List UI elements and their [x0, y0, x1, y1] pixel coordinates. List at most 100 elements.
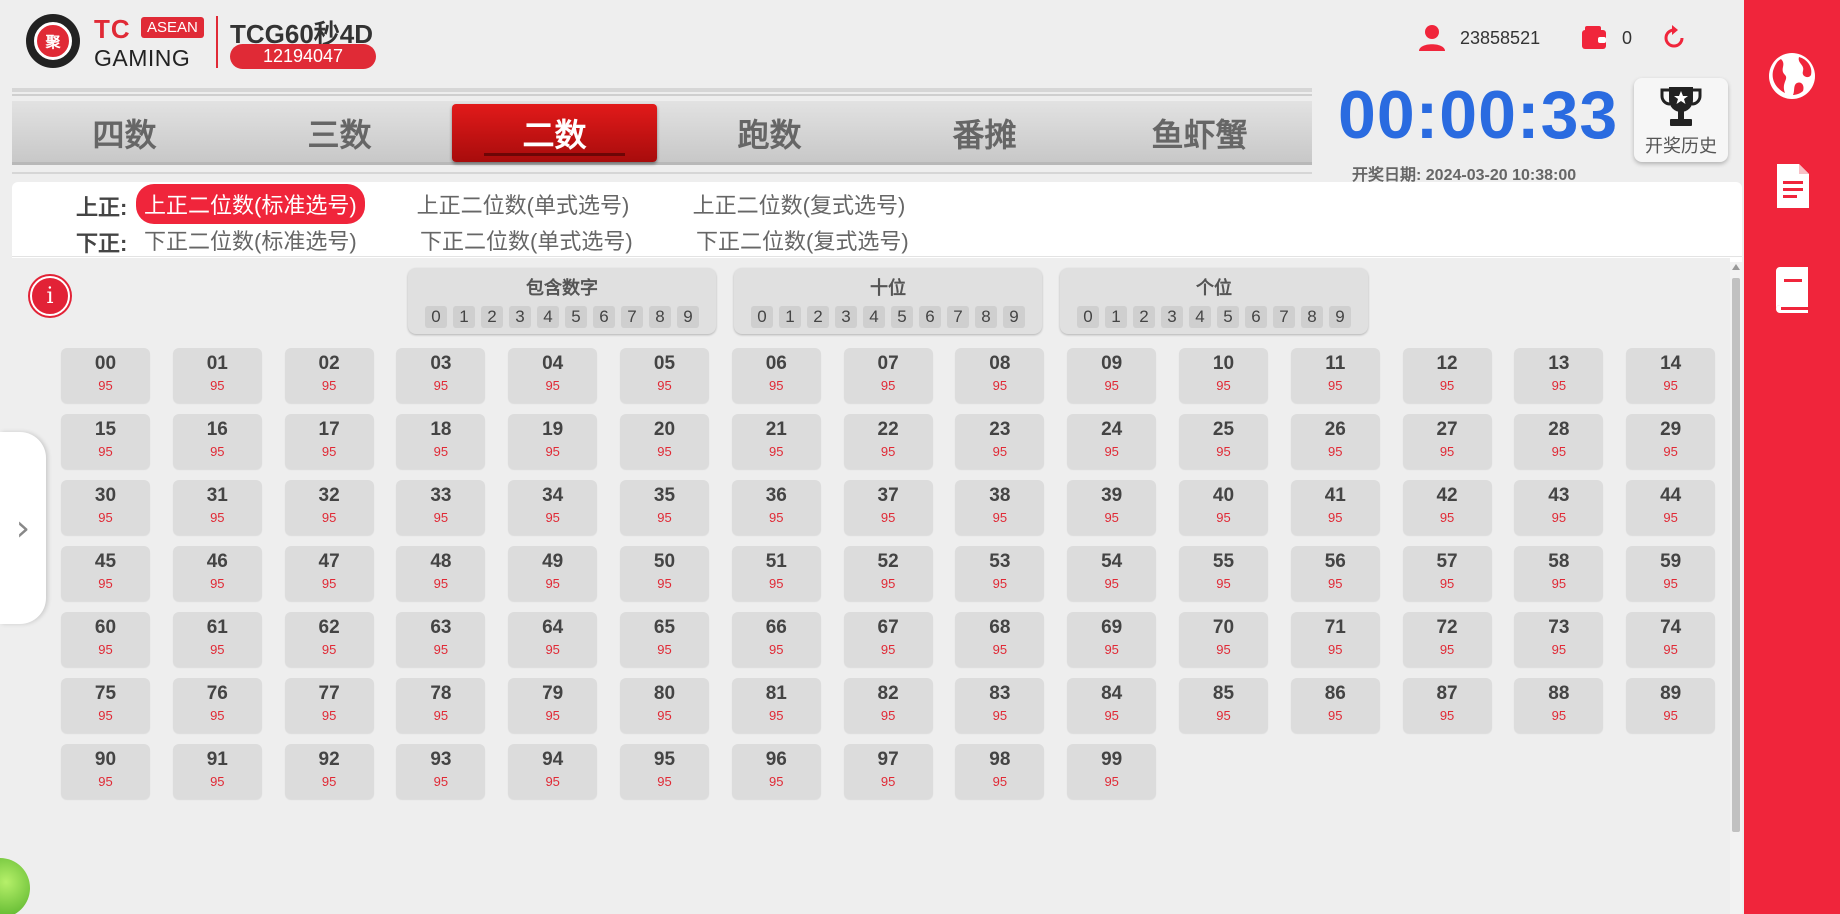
filter-digit-chip[interactable]: 8 [1301, 306, 1323, 328]
number-cell[interactable]: 13 95 [1514, 348, 1604, 403]
filter-digit-chip[interactable]: 8 [975, 306, 997, 328]
number-cell[interactable]: 98 95 [955, 744, 1045, 799]
filter-digit-chip[interactable]: 3 [509, 306, 531, 328]
filter-digit-chip[interactable]: 0 [425, 306, 447, 328]
filter-digit-chip[interactable]: 3 [835, 306, 857, 328]
number-cell[interactable]: 63 95 [396, 612, 486, 667]
number-cell[interactable]: 16 95 [172, 414, 262, 469]
lower-compound-option[interactable]: 下正二位数(复式选号) [688, 222, 964, 258]
number-cell[interactable]: 85 95 [1178, 678, 1268, 733]
filter-digit-chip[interactable]: 5 [891, 306, 913, 328]
number-cell[interactable]: 59 95 [1626, 546, 1716, 601]
number-cell[interactable]: 67 95 [843, 612, 933, 667]
filter-digit-chip[interactable]: 2 [481, 306, 503, 328]
tab-fish-prawn-crab[interactable]: 鱼虾蟹 [1097, 104, 1302, 162]
number-cell[interactable]: 93 95 [396, 744, 486, 799]
number-cell[interactable]: 64 95 [508, 612, 598, 667]
number-cell[interactable]: 27 95 [1402, 414, 1492, 469]
filter-digit-chip[interactable]: 3 [1161, 306, 1183, 328]
number-cell[interactable]: 54 95 [1067, 546, 1157, 601]
number-cell[interactable]: 70 95 [1178, 612, 1268, 667]
draw-history-button[interactable]: 开奖历史 [1634, 78, 1728, 162]
number-cell[interactable]: 03 95 [396, 348, 486, 403]
scroll-up-arrow[interactable] [1732, 264, 1740, 270]
number-cell[interactable]: 08 95 [955, 348, 1045, 403]
number-cell[interactable]: 71 95 [1290, 612, 1380, 667]
number-cell[interactable]: 36 95 [731, 480, 821, 535]
number-cell[interactable]: 31 95 [172, 480, 262, 535]
filter-digit-chip[interactable]: 4 [863, 306, 885, 328]
number-cell[interactable]: 21 95 [731, 414, 821, 469]
number-cell[interactable]: 58 95 [1514, 546, 1604, 601]
refresh-icon[interactable] [1660, 24, 1688, 52]
number-cell[interactable]: 49 95 [508, 546, 598, 601]
number-cell[interactable]: 84 95 [1067, 678, 1157, 733]
number-cell[interactable]: 88 95 [1514, 678, 1604, 733]
rules-button[interactable] [1766, 264, 1818, 316]
side-drawer-handle[interactable]: › [0, 432, 46, 624]
filter-digit-chip[interactable]: 7 [621, 306, 643, 328]
number-cell[interactable]: 11 95 [1290, 348, 1380, 403]
filter-digit-chip[interactable]: 9 [1329, 306, 1351, 328]
number-cell[interactable]: 55 95 [1178, 546, 1268, 601]
number-cell[interactable]: 62 95 [284, 612, 374, 667]
bet-record-button[interactable] [1766, 160, 1818, 212]
number-cell[interactable]: 51 95 [731, 546, 821, 601]
number-cell[interactable]: 76 95 [172, 678, 262, 733]
lower-single-option[interactable]: 下正二位数(单式选号) [412, 222, 688, 258]
filter-digit-chip[interactable]: 0 [751, 306, 773, 328]
number-cell[interactable]: 72 95 [1402, 612, 1492, 667]
number-cell[interactable]: 65 95 [619, 612, 709, 667]
filter-digit-chip[interactable]: 2 [807, 306, 829, 328]
filter-digit-chip[interactable]: 4 [1189, 306, 1211, 328]
number-cell[interactable]: 05 95 [619, 348, 709, 403]
number-cell[interactable]: 35 95 [619, 480, 709, 535]
filter-digit-chip[interactable]: 9 [1003, 306, 1025, 328]
number-cell[interactable]: 23 95 [955, 414, 1045, 469]
filter-digit-chip[interactable]: 6 [593, 306, 615, 328]
number-cell[interactable]: 40 95 [1178, 480, 1268, 535]
number-cell[interactable]: 41 95 [1290, 480, 1380, 535]
number-cell[interactable]: 07 95 [843, 348, 933, 403]
number-cell[interactable]: 83 95 [955, 678, 1045, 733]
number-cell[interactable]: 80 95 [619, 678, 709, 733]
number-cell[interactable]: 60 95 [61, 612, 150, 667]
upper-compound-option[interactable]: 上正二位数(复式选号) [685, 186, 961, 222]
number-cell[interactable]: 18 95 [396, 414, 486, 469]
number-cell[interactable]: 68 95 [955, 612, 1045, 667]
number-cell[interactable]: 34 95 [508, 480, 598, 535]
number-cell[interactable]: 82 95 [843, 678, 933, 733]
number-cell[interactable]: 17 95 [284, 414, 374, 469]
number-cell[interactable]: 52 95 [843, 546, 933, 601]
number-cell[interactable]: 44 95 [1626, 480, 1716, 535]
number-cell[interactable]: 66 95 [731, 612, 821, 667]
upper-standard-option[interactable]: 上正二位数(标准选号) [136, 184, 365, 224]
number-cell[interactable]: 09 95 [1067, 348, 1157, 403]
number-cell[interactable]: 33 95 [396, 480, 486, 535]
filter-digit-chip[interactable]: 1 [779, 306, 801, 328]
number-cell[interactable]: 91 95 [172, 744, 262, 799]
filter-digit-chip[interactable]: 6 [919, 306, 941, 328]
number-cell[interactable]: 96 95 [731, 744, 821, 799]
number-cell[interactable]: 24 95 [1067, 414, 1157, 469]
tab-run-number[interactable]: 跑数 [667, 104, 872, 162]
number-cell[interactable]: 00 95 [61, 348, 150, 403]
number-cell[interactable]: 74 95 [1626, 612, 1716, 667]
scroll-thumb[interactable] [1732, 278, 1740, 832]
number-cell[interactable]: 45 95 [61, 546, 150, 601]
number-cell[interactable]: 04 95 [508, 348, 598, 403]
number-cell[interactable]: 19 95 [508, 414, 598, 469]
number-cell[interactable]: 57 95 [1402, 546, 1492, 601]
number-cell[interactable]: 77 95 [284, 678, 374, 733]
filter-digit-chip[interactable]: 9 [677, 306, 699, 328]
filter-digit-chip[interactable]: 7 [947, 306, 969, 328]
language-button[interactable] [1766, 50, 1818, 102]
filter-digit-chip[interactable]: 5 [1217, 306, 1239, 328]
number-cell[interactable]: 30 95 [61, 480, 150, 535]
filter-digit-chip[interactable]: 1 [1105, 306, 1127, 328]
number-cell[interactable]: 89 95 [1626, 678, 1716, 733]
filter-digit-chip[interactable]: 7 [1273, 306, 1295, 328]
number-cell[interactable]: 02 95 [284, 348, 374, 403]
lower-standard-option[interactable]: 下正二位数(标准选号) [136, 222, 412, 258]
number-cell[interactable]: 48 95 [396, 546, 486, 601]
